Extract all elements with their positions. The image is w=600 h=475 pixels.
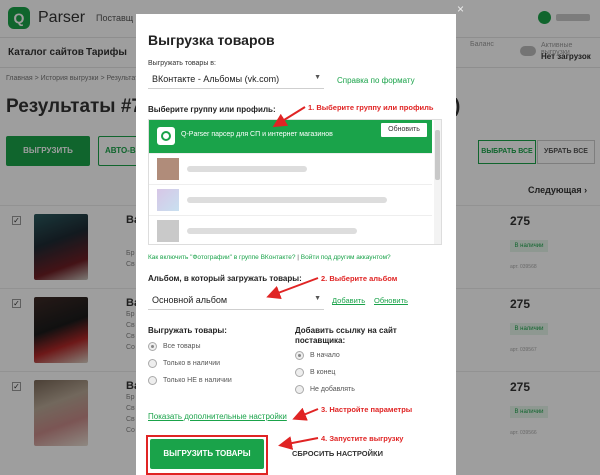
annotation-step2: 2. Выберите альбом (321, 274, 398, 283)
radio-link-end-label[interactable]: В конец (310, 369, 335, 376)
group-item-selected[interactable]: Q-Parser парсер для СП и интернет магази… (149, 120, 432, 153)
vk-hint: Как включить "Фотографии" в группе ВКонт… (148, 254, 391, 261)
chevron-down-icon: ▼ (314, 295, 321, 302)
album-value: Основной альбом (152, 295, 228, 305)
radio-in-stock-label[interactable]: Только в наличии (163, 360, 220, 367)
group-name: Q-Parser парсер для СП и интернет магази… (181, 131, 333, 138)
radio-out-of-stock[interactable] (148, 376, 157, 385)
export-goods-label: Выгружать товары: (148, 326, 227, 335)
group-item[interactable] (149, 153, 432, 184)
refresh-albums-link[interactable]: Обновить (374, 296, 408, 305)
group-name-blurred (187, 166, 307, 172)
radio-all-goods[interactable] (148, 342, 157, 351)
modal-title: Выгрузка товаров (148, 32, 275, 48)
format-help-link[interactable]: Справка по формату (337, 76, 415, 85)
group-avatar (157, 127, 175, 145)
group-avatar (157, 158, 179, 180)
group-name-blurred (187, 197, 387, 203)
radio-out-of-stock-label[interactable]: Только НЕ в наличии (163, 377, 232, 384)
album-label: Альбом, в который загружать товары: (148, 274, 302, 283)
vk-switch-account-link[interactable]: Войти под другим аккаунтом? (301, 254, 391, 261)
supplier-link-label-2: поставщика: (295, 336, 346, 345)
radio-link-start[interactable] (295, 351, 304, 360)
vk-photos-help-link[interactable]: Как включить "Фотографии" в группе ВКонт… (148, 254, 295, 261)
group-list-scrollbar[interactable] (434, 120, 441, 244)
group-name-blurred (187, 228, 357, 234)
album-select[interactable]: Основной альбом ▼ (148, 292, 324, 310)
reset-settings-button[interactable]: СБРОСИТЬ НАСТРОЙКИ (292, 449, 383, 458)
export-to-select[interactable]: ВКонтакте - Альбомы (vk.com) ▼ (148, 71, 324, 89)
radio-link-start-label[interactable]: В начало (310, 352, 340, 359)
group-item[interactable] (149, 184, 432, 215)
annotation-step3: 3. Настройте параметры (321, 405, 413, 414)
supplier-link-label: Добавить ссылку на сайт (295, 326, 397, 335)
group-list: Q-Parser парсер для СП и интернет магази… (148, 119, 442, 245)
annotation-step4: 4. Запустите выгрузку (321, 434, 404, 443)
scrollbar-thumb[interactable] (435, 130, 440, 180)
radio-link-none[interactable] (295, 385, 304, 394)
close-icon[interactable]: × (457, 2, 464, 16)
annotation-step1: 1. Выберите группу или профиль (308, 103, 434, 112)
radio-all-goods-label[interactable]: Все товары (163, 343, 201, 350)
group-avatar (157, 220, 179, 242)
choose-group-label: Выберите группу или профиль: (148, 105, 276, 114)
export-goods-button[interactable]: ВЫГРУЗИТЬ ТОВАРЫ (150, 439, 264, 469)
radio-link-none-label[interactable]: Не добавлять (310, 386, 355, 393)
group-item[interactable] (149, 215, 432, 244)
add-album-link[interactable]: Добавить (332, 296, 365, 305)
radio-in-stock[interactable] (148, 359, 157, 368)
more-settings-link[interactable]: Показать дополнительные настройки (148, 412, 287, 421)
refresh-button[interactable]: Обновить (381, 123, 427, 137)
chevron-down-icon: ▼ (314, 74, 321, 81)
export-to-label: Выгружать товары в: (148, 60, 216, 67)
export-to-value: ВКонтакте - Альбомы (vk.com) (152, 74, 280, 84)
group-avatar (157, 189, 179, 211)
radio-link-end[interactable] (295, 368, 304, 377)
